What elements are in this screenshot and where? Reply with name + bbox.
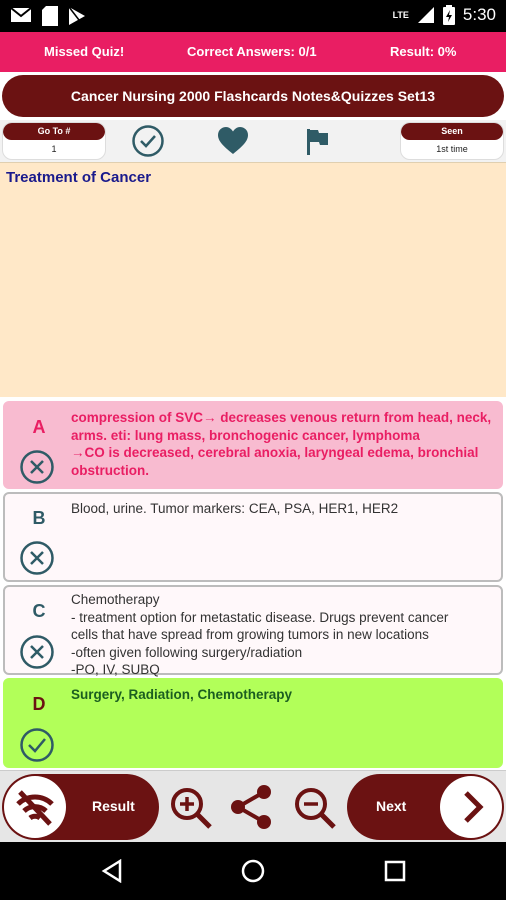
option-line: →CO is decreased, cerebral anoxia, laryn… <box>71 445 479 460</box>
answer-option-c[interactable]: C Chemotherapy - treatment option for me… <box>3 585 503 677</box>
result-percent-label: Result: 0% <box>390 44 457 59</box>
sd-card-icon <box>42 6 58 26</box>
network-type: LTE <box>392 10 409 20</box>
option-line: Chemotherapy <box>71 592 160 607</box>
next-button[interactable]: Next <box>347 774 504 840</box>
score-bar: Missed Quiz! Correct Answers: 0/1 Result… <box>0 32 506 72</box>
chevron-right-glyph <box>464 791 484 823</box>
option-line: obstruction. <box>71 462 149 478</box>
share-icon[interactable] <box>228 782 276 832</box>
wrong-icon <box>20 450 54 484</box>
option-line: arms. eti: lung mass, bronchogenic cance… <box>71 427 420 443</box>
option-line: - treatment option for metastatic diseas… <box>71 609 449 625</box>
answer-option-a[interactable]: A compression of SVC→ decreases venous r… <box>3 401 503 489</box>
next-button-label: Next <box>376 798 407 814</box>
option-line: Surgery, Radiation, Chemotherapy <box>71 687 293 702</box>
zoom-in-icon[interactable] <box>168 785 214 831</box>
system-nav-bar <box>0 842 506 900</box>
home-icon[interactable] <box>241 859 265 883</box>
page-title: Cancer Nursing 2000 Flashcards Notes&Qui… <box>2 75 504 117</box>
seen-counter: Seen 1st time <box>400 122 504 160</box>
heart-icon[interactable] <box>217 126 249 156</box>
wrong-icon <box>20 635 54 669</box>
option-line: -PO, IV, SUBQ <box>71 662 160 677</box>
bottom-toolbar: Result Next <box>0 770 506 842</box>
status-bar: LTE 5:30 <box>0 0 506 32</box>
signal-off-icon <box>16 790 54 826</box>
correct-icon <box>20 728 54 762</box>
missed-label: Missed Quiz! <box>44 44 125 59</box>
recents-icon[interactable] <box>384 860 406 882</box>
option-text: Chemotherapy - treatment option for meta… <box>71 591 495 679</box>
seen-value: 1st time <box>436 144 468 154</box>
checkmark-circle-icon[interactable] <box>131 124 165 158</box>
result-button[interactable]: Result <box>2 774 159 840</box>
result-button-label: Result <box>92 798 135 814</box>
goto-label: Go To # <box>3 123 105 140</box>
chevron-right-icon <box>440 776 502 838</box>
option-text: Surgery, Radiation, Chemotherapy <box>71 686 495 704</box>
correct-answers-label: Correct Answers: 0/1 <box>187 44 317 59</box>
question-text: Treatment of Cancer <box>6 169 152 186</box>
flag-icon[interactable] <box>305 127 331 155</box>
option-text: compression of SVC→ decreases venous ret… <box>71 409 495 479</box>
no-wifi-icon <box>4 776 66 838</box>
back-icon[interactable] <box>100 859 124 883</box>
seen-label: Seen <box>401 123 503 140</box>
answer-option-b[interactable]: B Blood, urine. Tumor markers: CEA, PSA,… <box>3 492 503 582</box>
question-panel: Treatment of Cancer <box>0 162 506 397</box>
option-text: Blood, urine. Tumor markers: CEA, PSA, H… <box>71 500 495 518</box>
wrong-icon <box>20 541 54 575</box>
goto-value: 1 <box>51 144 57 154</box>
signal-icon <box>417 7 434 23</box>
clock: 5:30 <box>462 5 496 24</box>
option-letter: B <box>32 508 46 528</box>
option-line: compression of SVC→ decreases venous ret… <box>71 410 492 425</box>
option-line: Blood, urine. Tumor markers: CEA, PSA, H… <box>71 501 399 516</box>
option-letter: C <box>32 601 46 621</box>
gmail-icon <box>10 7 32 22</box>
answer-option-d[interactable]: D Surgery, Radiation, Chemotherapy <box>3 678 503 768</box>
option-letter: D <box>32 694 46 714</box>
option-line: cells that have spread from growing tumo… <box>71 627 429 642</box>
card-toolbar: Go To # 1 Seen 1st time <box>0 120 506 162</box>
zoom-out-icon[interactable] <box>292 785 338 831</box>
goto-button[interactable]: Go To # 1 <box>2 122 106 160</box>
option-line: -often given following surgery/radiation <box>71 644 303 660</box>
option-letter: A <box>32 417 46 437</box>
battery-icon <box>442 5 455 25</box>
play-store-icon <box>68 6 85 25</box>
